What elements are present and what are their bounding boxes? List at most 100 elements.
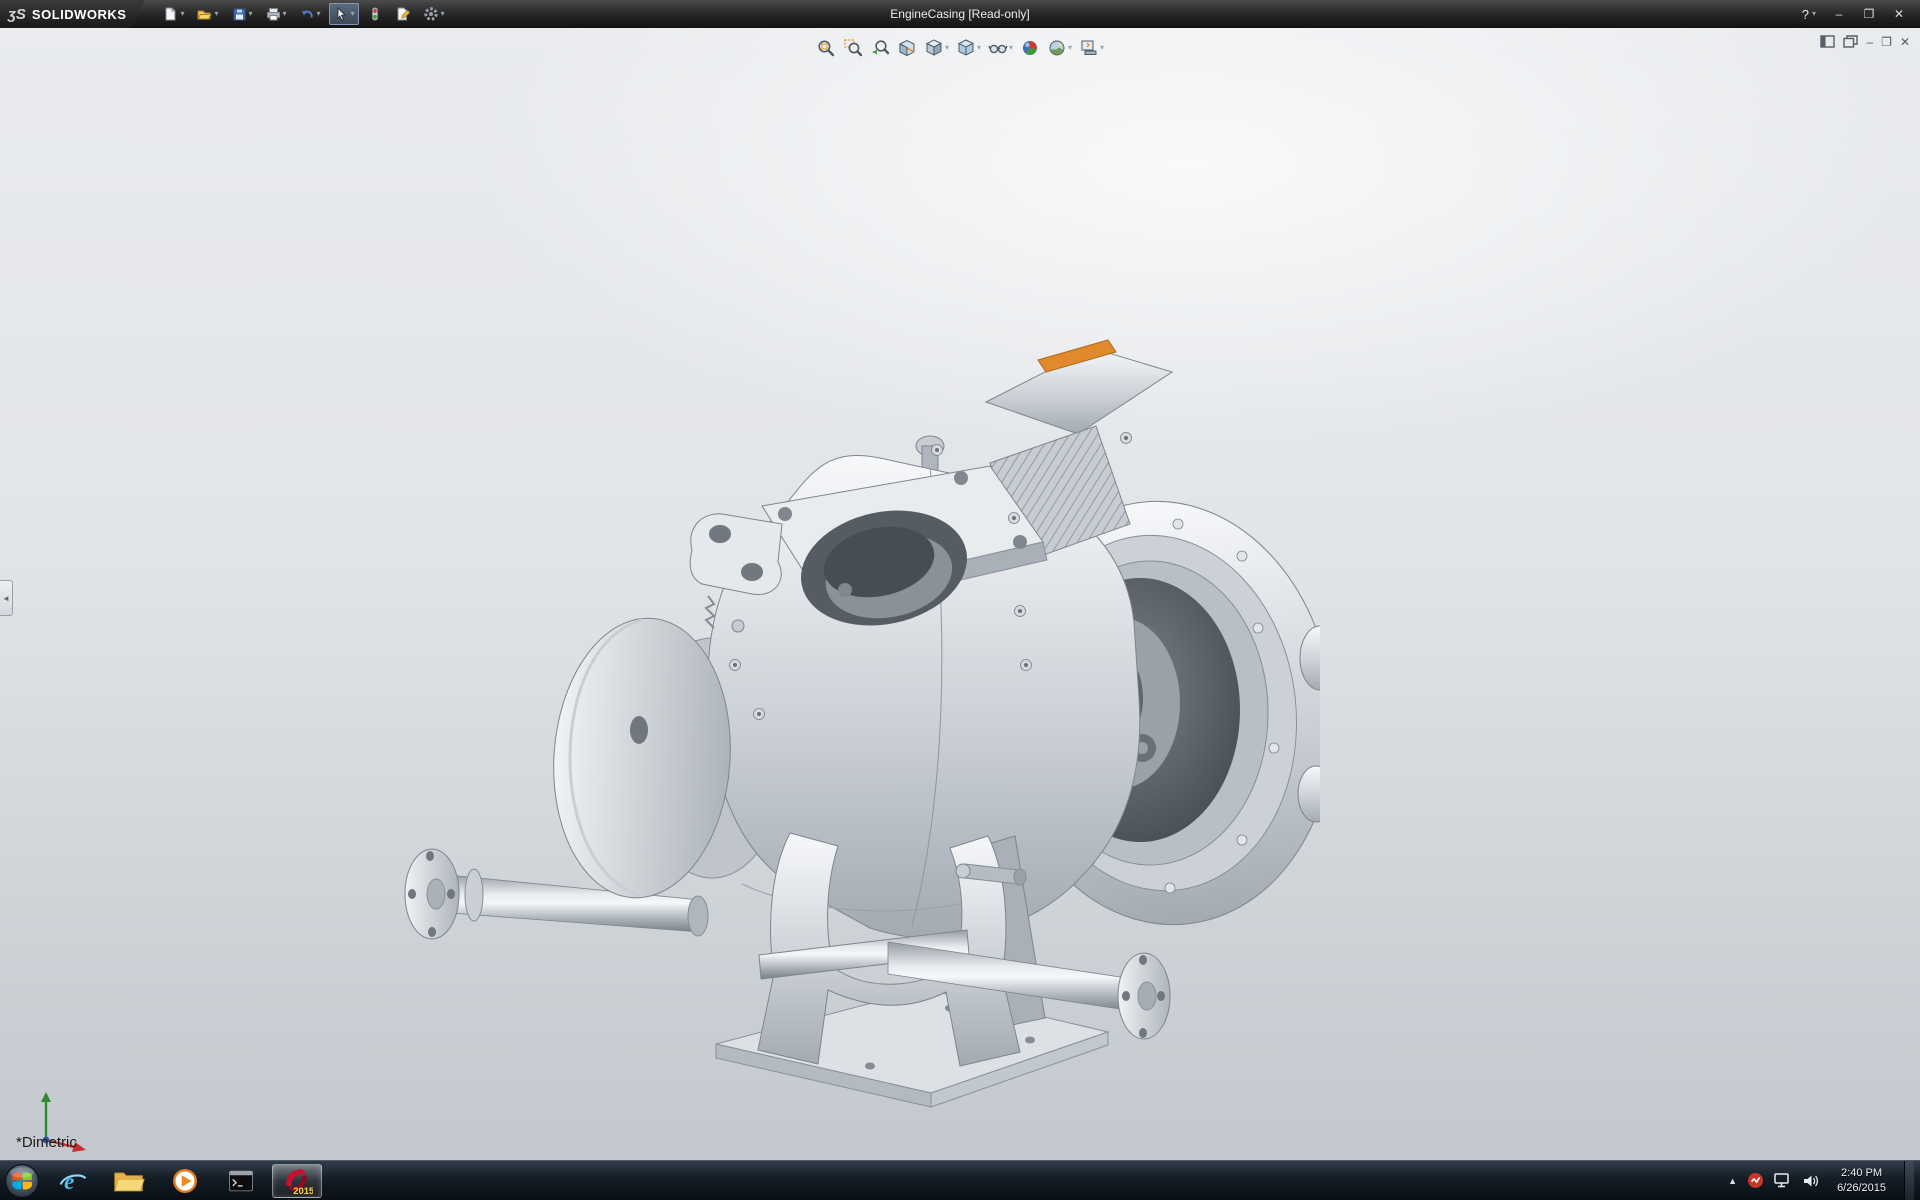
taskbar: e (0, 1160, 1920, 1200)
zoom-to-area-icon (843, 38, 863, 58)
dropdown-arrow-icon[interactable]: ▾ (1009, 44, 1013, 52)
view-orientation-cube-icon (924, 38, 944, 58)
dropdown-arrow-icon[interactable]: ▾ (1100, 44, 1104, 52)
folder-icon (113, 1167, 145, 1195)
spring (706, 596, 714, 628)
help-button[interactable]: ? ▾ (1796, 7, 1822, 22)
svg-text:e: e (64, 1168, 74, 1193)
titlebar: ʒS SOLIDWORKS ▾ ▾ ▾ ▾ ▾ (0, 0, 1920, 28)
options-button[interactable]: ▾ (419, 3, 449, 25)
display-style-icon (956, 38, 976, 58)
dropdown-arrow-icon: ▾ (1812, 10, 1816, 18)
taskbar-item-command-prompt[interactable] (216, 1164, 266, 1198)
display-style-button[interactable]: ▾ (954, 36, 983, 60)
dassault-3ds-icon: ʒS (8, 6, 26, 23)
close-button[interactable]: ✕ (1886, 5, 1912, 23)
dropdown-arrow-icon[interactable]: ▾ (180, 10, 184, 18)
feature-pane-icon[interactable] (1820, 35, 1835, 48)
dropdown-arrow-icon[interactable]: ▾ (214, 10, 218, 18)
previous-view-icon (870, 38, 890, 58)
tile-window-icon[interactable] (1843, 35, 1858, 48)
resource-monitor-icon[interactable] (1747, 1172, 1764, 1189)
save-icon (231, 6, 247, 22)
taskbar-items: e (48, 1164, 322, 1198)
taskbar-clock[interactable]: 2:40 PM 6/26/2015 (1829, 1166, 1894, 1196)
dropdown-arrow-icon[interactable]: ▾ (441, 10, 445, 18)
undo-button[interactable]: ▾ (295, 3, 325, 25)
dropdown-arrow-icon[interactable]: ▾ (283, 10, 287, 18)
collapse-arrow-icon: ◄ (2, 594, 10, 603)
network-display-icon[interactable] (1774, 1173, 1792, 1188)
undo-icon (299, 6, 315, 22)
file-properties-icon (395, 6, 411, 22)
dropdown-arrow-icon[interactable]: ▾ (1068, 44, 1072, 52)
document-window-controls: – ❐ ✕ (1820, 35, 1910, 48)
taskbar-item-solidworks[interactable]: 2015 (272, 1164, 322, 1198)
zoom-to-area-button[interactable] (841, 36, 865, 60)
new-document-icon (162, 6, 178, 22)
command-prompt-icon (227, 1167, 255, 1195)
print-button[interactable]: ▾ (261, 3, 291, 25)
view-settings-button[interactable]: ▾ (1077, 36, 1106, 60)
select-cursor-icon (333, 6, 349, 22)
system-tray: ▲ 2:40 PM 6/26/2015 (1728, 1161, 1920, 1200)
previous-view-button[interactable] (868, 36, 892, 60)
open-button[interactable]: ▾ (192, 3, 222, 25)
titlebar-controls: ? ▾ – ❐ ✕ (1796, 5, 1920, 23)
section-view-button[interactable] (895, 36, 919, 60)
apply-scene-button[interactable]: ▾ (1045, 36, 1074, 60)
view-orientation-label: *Dimetric (16, 1134, 77, 1151)
new-document-button[interactable]: ▾ (158, 3, 188, 25)
solidworks-year-badge: 2015 (293, 1185, 313, 1196)
solidworks-2015-icon: 2015 (281, 1165, 313, 1197)
taskbar-item-media-player[interactable] (160, 1164, 210, 1198)
edit-appearance-button[interactable] (1018, 36, 1042, 60)
document-title: EngineCasing [Read-only] (890, 7, 1029, 21)
graphics-viewport[interactable]: ▾ ▾ ▾ ▾ ▾ (0, 28, 1920, 1160)
solidworks-window: ʒS SOLIDWORKS ▾ ▾ ▾ ▾ ▾ (0, 0, 1920, 1200)
hide-show-glasses-icon (988, 38, 1008, 58)
taskbar-item-file-explorer[interactable] (104, 1164, 154, 1198)
file-properties-button[interactable] (391, 3, 415, 25)
maximize-button[interactable]: ❐ (1856, 5, 1882, 23)
feature-panel-collapse-tab[interactable]: ◄ (0, 580, 13, 616)
clock-date: 6/26/2015 (1837, 1181, 1886, 1196)
dropdown-arrow-icon[interactable]: ▾ (351, 10, 355, 18)
select-button[interactable]: ▾ (329, 3, 359, 25)
save-button[interactable]: ▾ (227, 3, 257, 25)
internet-explorer-icon: e (58, 1166, 88, 1196)
dropdown-arrow-icon[interactable]: ▾ (317, 10, 321, 18)
heads-up-view-toolbar: ▾ ▾ ▾ ▾ ▾ (814, 36, 1106, 60)
tray-expand-icon[interactable]: ▲ (1728, 1176, 1737, 1186)
volume-icon[interactable] (1802, 1173, 1819, 1189)
options-gear-icon (423, 6, 439, 22)
rebuild-button[interactable] (363, 3, 387, 25)
media-player-icon (171, 1167, 199, 1195)
start-button[interactable] (0, 1161, 44, 1200)
view-orientation-button[interactable]: ▾ (922, 36, 951, 60)
print-icon (265, 6, 281, 22)
open-icon (196, 6, 212, 22)
menu-toolbar: ▾ ▾ ▾ ▾ ▾ ▾ (158, 3, 448, 25)
dropdown-arrow-icon[interactable]: ▾ (977, 44, 981, 52)
zoom-to-fit-icon (816, 38, 836, 58)
hide-show-items-button[interactable]: ▾ (986, 36, 1015, 60)
dropdown-arrow-icon[interactable]: ▾ (249, 10, 253, 18)
y-axis-arrow (41, 1092, 51, 1102)
doc-close-button[interactable]: ✕ (1900, 36, 1910, 48)
windows-start-icon (4, 1163, 40, 1199)
taskbar-item-internet-explorer[interactable]: e (48, 1164, 98, 1198)
zoom-to-fit-button[interactable] (814, 36, 838, 60)
doc-minimize-button[interactable]: – (1866, 36, 1873, 48)
minimize-button[interactable]: – (1826, 5, 1852, 23)
view-settings-icon (1079, 38, 1099, 58)
rebuild-icon (367, 6, 383, 22)
help-icon: ? (1802, 7, 1809, 22)
doc-restore-button[interactable]: ❐ (1881, 36, 1892, 48)
dropdown-arrow-icon[interactable]: ▾ (945, 44, 949, 52)
clock-time: 2:40 PM (1837, 1166, 1886, 1181)
engine-casing-model[interactable] (390, 328, 1320, 1108)
show-desktop-button[interactable] (1904, 1161, 1914, 1200)
apply-scene-icon (1047, 38, 1067, 58)
edit-appearance-ball-icon (1020, 38, 1040, 58)
